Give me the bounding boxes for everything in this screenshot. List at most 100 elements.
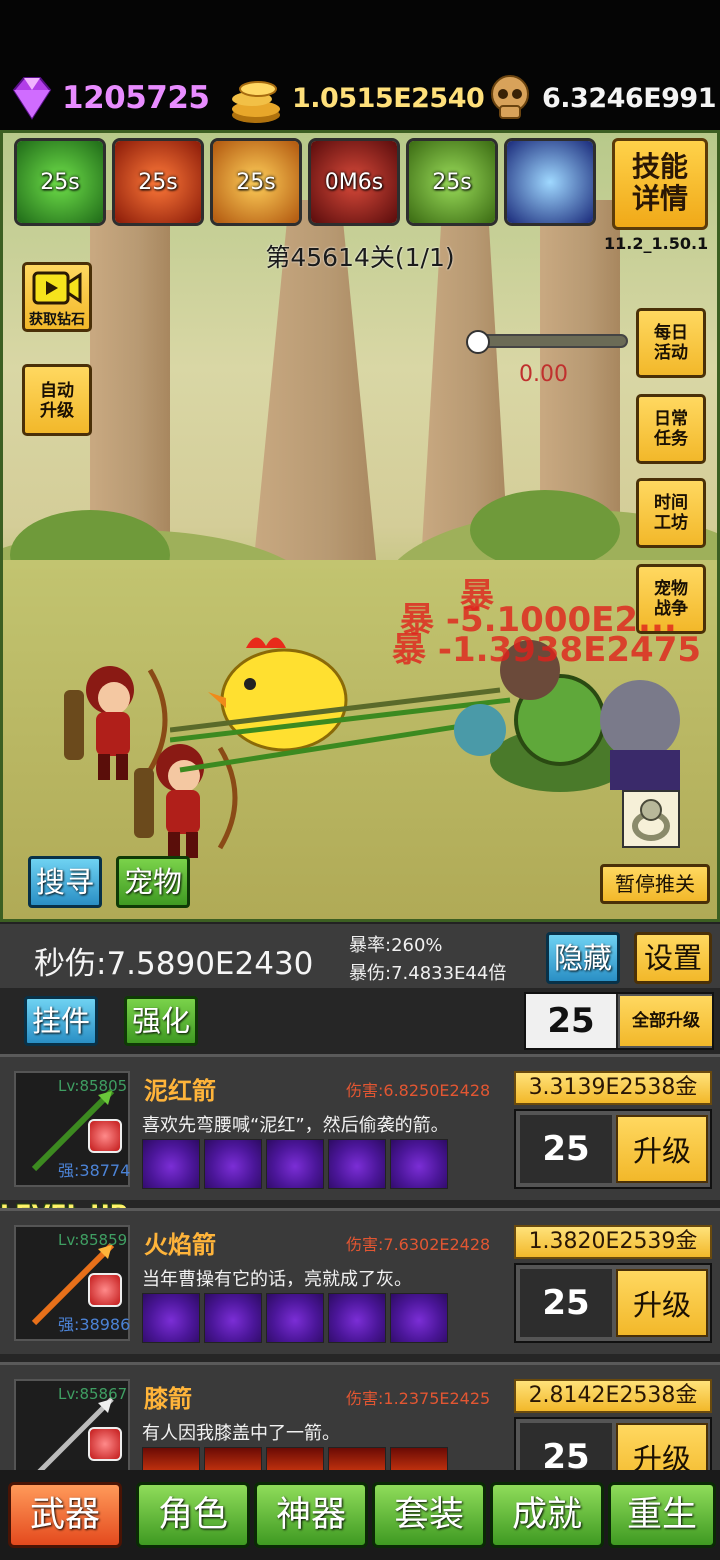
- daily-activity-label-line1: 每日: [654, 323, 688, 343]
- upgrade-quantity[interactable]: 25: [520, 1269, 612, 1337]
- crit-rate: 暴率:260%: [349, 935, 443, 956]
- gem-counter: 1205725: [6, 70, 210, 126]
- skill-6-cooldown: [507, 141, 593, 223]
- skull-counter: 6.3246E991: [484, 70, 717, 126]
- upgrade-cost: 2.8142E2538金: [514, 1379, 712, 1413]
- nav-achievements[interactable]: 成就: [490, 1482, 604, 1548]
- fire-gem-icon[interactable]: [142, 1447, 200, 1470]
- crit-info: 暴率:260% 暴伤:7.4833E44倍: [349, 932, 506, 988]
- taiji-gem-icon[interactable]: [266, 1293, 324, 1343]
- auto-upgrade-label-line1: 自动: [40, 381, 74, 401]
- ring-badge-icon: [88, 1273, 122, 1307]
- skill-slot-2[interactable]: 25s: [112, 138, 204, 226]
- taiji-gem-icon[interactable]: [204, 1293, 262, 1343]
- taiji-gem-icon[interactable]: [266, 1139, 324, 1189]
- gold-count: 1.0515E2540: [292, 82, 485, 114]
- tab-enhance[interactable]: 强化: [124, 996, 198, 1046]
- get-gems-button[interactable]: 获取钻石: [22, 262, 92, 332]
- auto-upgrade-button[interactable]: 自动 升级: [22, 364, 92, 436]
- gem-icon: [12, 77, 52, 120]
- skill-detail-label-line1: 技能: [631, 150, 688, 183]
- gem-slots: [142, 1139, 448, 1189]
- weapon-card: Lv:85805 强:38774 泥红箭 伤害:6.8250E2428 喜欢先弯…: [0, 1054, 720, 1200]
- gem-slots: [142, 1293, 448, 1343]
- fire-gem-icon[interactable]: [328, 1447, 386, 1470]
- stats-bar: 秒伤:7.5890E2430 暴率:260% 暴伤:7.4833E44倍 隐藏 …: [0, 922, 720, 988]
- time-workshop-label-line2: 工坊: [654, 513, 688, 533]
- daily-task-label-line1: 日常: [654, 409, 688, 429]
- weapon-thumbnail[interactable]: Lv:85867: [14, 1379, 130, 1470]
- taiji-gem-icon[interactable]: [142, 1293, 200, 1343]
- daily-task-button[interactable]: 日常 任务: [636, 394, 706, 464]
- skill-bar: 25s 25s 25s 0M6s 25s 技能 详情: [6, 134, 714, 230]
- upgrade-cost: 3.3139E2538金: [514, 1071, 712, 1105]
- daily-activity-button[interactable]: 每日 活动: [636, 308, 706, 378]
- skill-detail-label-line2: 详情: [631, 182, 688, 215]
- taiji-gem-icon[interactable]: [390, 1139, 448, 1189]
- boss-hp-value: 0.00: [519, 362, 568, 387]
- weapon-strength: 强:38774: [58, 1161, 131, 1180]
- weapon-description: 有人因我膝盖中了一箭。: [142, 1423, 340, 1444]
- weapon-damage: 伤害:6.8250E2428: [346, 1081, 491, 1100]
- upgrade-controls: 25 升级: [514, 1109, 712, 1189]
- weapon-name: 泥红箭: [144, 1077, 216, 1105]
- weapon-thumbnail[interactable]: Lv:85859 强:38986: [14, 1225, 130, 1341]
- weapon-tab-row: 挂件 强化 25 全部升级: [0, 988, 720, 1054]
- skill-slot-5[interactable]: 25s: [406, 138, 498, 226]
- ring-item-slot[interactable]: [622, 790, 680, 848]
- settings-button[interactable]: 设置: [634, 932, 712, 984]
- weapon-list: Lv:85805 强:38774 泥红箭 伤害:6.8250E2428 喜欢先弯…: [0, 1054, 720, 1470]
- skill-detail-button[interactable]: 技能 详情: [612, 138, 708, 230]
- upgrade-cost: 1.3820E2539金: [514, 1225, 712, 1259]
- gold-coins-icon: [232, 81, 280, 123]
- daily-activity-label-line2: 活动: [654, 343, 688, 363]
- quantity-selector[interactable]: 25 全部升级: [524, 992, 714, 1050]
- taiji-gem-icon[interactable]: [390, 1293, 448, 1343]
- nav-sets[interactable]: 套装: [372, 1482, 486, 1548]
- skill-slot-6[interactable]: [504, 138, 596, 226]
- taiji-gem-icon[interactable]: [142, 1139, 200, 1189]
- weapon-thumbnail[interactable]: Lv:85805 强:38774: [14, 1071, 130, 1187]
- weapon-level: Lv:85859: [58, 1231, 128, 1249]
- hide-button[interactable]: 隐藏: [546, 932, 620, 984]
- skill-3-cooldown: 25s: [236, 169, 276, 195]
- pause-push-button[interactable]: 暂停推关: [600, 864, 710, 904]
- weapon-description: 喜欢先弯腰喊“泥红”，然后偷袭的箭。: [142, 1115, 449, 1136]
- weapon-card: Lv:85859 强:38986 火焰箭 伤害:7.6302E2428 当年曹操…: [0, 1208, 720, 1354]
- time-workshop-button[interactable]: 时间 工坊: [636, 478, 706, 548]
- skull-count: 6.3246E991: [542, 82, 717, 114]
- gold-counter: 1.0515E2540: [228, 70, 485, 126]
- taiji-gem-icon[interactable]: [204, 1139, 262, 1189]
- fire-gem-icon[interactable]: [390, 1447, 448, 1470]
- ring-badge-icon: [88, 1119, 122, 1153]
- nav-weapons[interactable]: 武器: [8, 1482, 122, 1548]
- ring-badge-icon: [88, 1427, 122, 1461]
- stage-indicator: 第45614关(1/1): [265, 243, 455, 272]
- taiji-gem-icon[interactable]: [328, 1139, 386, 1189]
- upgrade-quantity[interactable]: 25: [520, 1115, 612, 1183]
- upgrade-button[interactable]: 升级: [616, 1269, 708, 1337]
- fire-gem-icon[interactable]: [204, 1447, 262, 1470]
- upgrade-all-button[interactable]: 全部升级: [620, 996, 712, 1046]
- bush: [470, 490, 620, 570]
- get-gems-label: 获取钻石: [29, 312, 85, 328]
- weapon-strength: 强:38986: [58, 1315, 131, 1334]
- upgrade-button[interactable]: 升级: [616, 1423, 708, 1470]
- fire-gem-icon[interactable]: [266, 1447, 324, 1470]
- search-button[interactable]: 搜寻: [28, 856, 102, 908]
- gem-slots: [142, 1447, 448, 1470]
- pet-button[interactable]: 宠物: [116, 856, 190, 908]
- nav-rebirth[interactable]: 重生: [608, 1482, 716, 1548]
- upgrade-quantity[interactable]: 25: [520, 1423, 612, 1470]
- tab-pendant[interactable]: 挂件: [24, 996, 98, 1046]
- nav-character[interactable]: 角色: [136, 1482, 250, 1548]
- upgrade-button[interactable]: 升级: [616, 1115, 708, 1183]
- time-workshop-label-line1: 时间: [654, 493, 688, 513]
- skill-slot-1[interactable]: 25s: [14, 138, 106, 226]
- weapon-damage: 伤害:7.6302E2428: [346, 1235, 491, 1254]
- skill-slot-4[interactable]: 0M6s: [308, 138, 400, 226]
- skill-slot-3[interactable]: 25s: [210, 138, 302, 226]
- nav-artifacts[interactable]: 神器: [254, 1482, 368, 1548]
- taiji-gem-icon[interactable]: [328, 1293, 386, 1343]
- skill-4-cooldown: 0M6s: [324, 169, 384, 195]
